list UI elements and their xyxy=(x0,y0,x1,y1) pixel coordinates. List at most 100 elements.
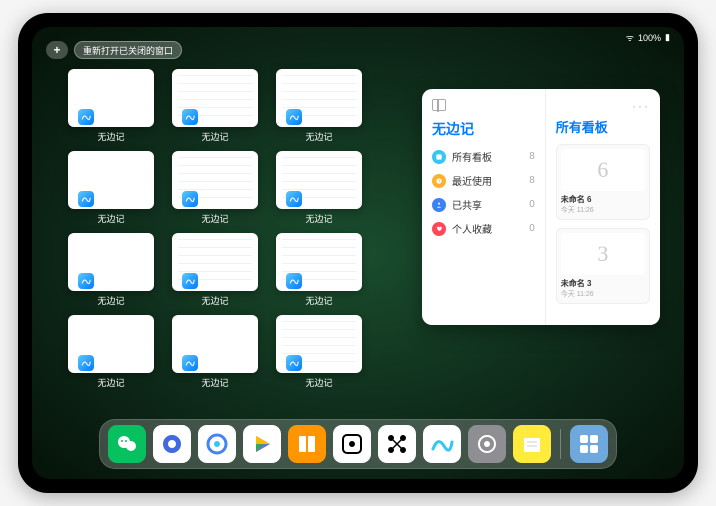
category-item[interactable]: 所有看板 8 xyxy=(432,149,535,164)
window-label: 无边记 xyxy=(201,294,228,307)
window-item[interactable]: 无边记 xyxy=(172,315,258,389)
window-item[interactable]: 无边记 xyxy=(276,69,362,143)
window-thumbnail[interactable] xyxy=(172,69,258,127)
window-thumbnail[interactable] xyxy=(172,233,258,291)
category-list: 所有看板 8 最近使用 8 已共享 0 个人收藏 0 xyxy=(432,149,535,236)
battery-icon: ▮ xyxy=(665,32,670,43)
category-icon xyxy=(432,222,446,236)
window-label: 无边记 xyxy=(305,212,332,225)
status-bar: ᯤ 100% ▮ xyxy=(626,31,670,44)
quark-icon[interactable] xyxy=(153,425,191,463)
window-item[interactable]: 无边记 xyxy=(172,69,258,143)
preview-panel[interactable]: 无边记 所有看板8最近使用8已共享0个人收藏0 ··· 所有看板 6未命名 6今… xyxy=(422,89,660,325)
app-library-icon[interactable] xyxy=(570,425,608,463)
dock-divider xyxy=(560,429,561,459)
board-name: 未命名 6 xyxy=(561,194,645,205)
freeform-app-icon xyxy=(286,273,302,289)
window-thumbnail[interactable] xyxy=(276,315,362,373)
freeform-app-icon xyxy=(78,191,94,207)
window-item[interactable]: 无边记 xyxy=(68,151,154,225)
category-count: 8 xyxy=(529,151,535,162)
window-thumbnail[interactable] xyxy=(276,69,362,127)
category-label: 所有看板 xyxy=(452,149,523,164)
wechat-icon[interactable] xyxy=(108,425,146,463)
category-count: 8 xyxy=(529,175,535,186)
board-date: 今天 11:26 xyxy=(561,205,645,215)
windows-grid: 无边记无边记无边记无边记无边记无边记无边记无边记无边记无边记无边记无边记 xyxy=(68,69,362,389)
window-label: 无边记 xyxy=(97,376,124,389)
window-thumbnail[interactable] xyxy=(68,315,154,373)
freeform-icon[interactable] xyxy=(423,425,461,463)
window-label: 无边记 xyxy=(97,212,124,225)
window-item[interactable]: 无边记 xyxy=(68,233,154,307)
connect-dots-icon[interactable] xyxy=(378,425,416,463)
window-item[interactable]: 无边记 xyxy=(172,233,258,307)
window-thumbnail[interactable] xyxy=(68,69,154,127)
more-button[interactable]: ··· xyxy=(556,99,650,113)
window-thumbnail[interactable] xyxy=(276,151,362,209)
widget-icon[interactable] xyxy=(333,425,371,463)
freeform-app-icon xyxy=(182,273,198,289)
category-label: 已共享 xyxy=(452,197,523,212)
freeform-app-icon xyxy=(78,109,94,125)
window-label: 无边记 xyxy=(97,130,124,143)
freeform-app-icon xyxy=(286,191,302,207)
wifi-icon: ᯤ xyxy=(626,31,634,44)
category-item[interactable]: 已共享 0 xyxy=(432,197,535,212)
window-label: 无边记 xyxy=(97,294,124,307)
window-item[interactable]: 无边记 xyxy=(276,233,362,307)
right-title: 所有看板 xyxy=(556,117,650,136)
window-item[interactable]: 无边记 xyxy=(276,151,362,225)
window-label: 无边记 xyxy=(305,294,332,307)
top-controls: + 重新打开已关闭的窗口 xyxy=(46,41,182,59)
reopen-closed-window-button[interactable]: 重新打开已关闭的窗口 xyxy=(74,41,182,59)
board-name: 未命名 3 xyxy=(561,278,645,289)
board-thumbnail: 6 xyxy=(561,149,645,191)
window-item[interactable]: 无边记 xyxy=(276,315,362,389)
sidebar-icon[interactable] xyxy=(432,99,446,111)
board-date: 今天 11:26 xyxy=(561,289,645,299)
window-thumbnail[interactable] xyxy=(276,233,362,291)
window-item[interactable]: 无边记 xyxy=(68,315,154,389)
freeform-app-icon xyxy=(78,273,94,289)
window-thumbnail[interactable] xyxy=(68,151,154,209)
panel-left: 无边记 所有看板 8 最近使用 8 已共享 0 个人收藏 0 xyxy=(422,89,546,325)
category-icon xyxy=(432,174,446,188)
freeform-app-icon xyxy=(286,355,302,371)
boards-list: 6未命名 6今天 11:263未命名 3今天 11:26 xyxy=(556,144,650,304)
window-thumbnail[interactable] xyxy=(172,315,258,373)
dock xyxy=(99,419,617,469)
freeform-app-icon xyxy=(182,109,198,125)
play-color-icon[interactable] xyxy=(243,425,281,463)
panel-title: 无边记 xyxy=(432,119,535,139)
board-thumbnail: 3 xyxy=(561,233,645,275)
category-count: 0 xyxy=(529,199,535,210)
browser-icon[interactable] xyxy=(198,425,236,463)
settings-icon[interactable] xyxy=(468,425,506,463)
board-card[interactable]: 3 未命名 3今天 11:26 xyxy=(556,228,650,304)
battery-text: 100% xyxy=(638,33,661,43)
category-label: 个人收藏 xyxy=(452,221,523,236)
category-item[interactable]: 最近使用 8 xyxy=(432,173,535,188)
window-thumbnail[interactable] xyxy=(68,233,154,291)
books-icon[interactable] xyxy=(288,425,326,463)
window-thumbnail[interactable] xyxy=(172,151,258,209)
window-label: 无边记 xyxy=(305,130,332,143)
window-label: 无边记 xyxy=(201,376,228,389)
window-item[interactable]: 无边记 xyxy=(68,69,154,143)
category-label: 最近使用 xyxy=(452,173,523,188)
add-window-button[interactable]: + xyxy=(46,41,68,59)
ipad-frame: ᯤ 100% ▮ + 重新打开已关闭的窗口 无边记无边记无边记无边记无边记无边记… xyxy=(18,13,698,493)
category-icon xyxy=(432,150,446,164)
window-item[interactable]: 无边记 xyxy=(172,151,258,225)
freeform-app-icon xyxy=(286,109,302,125)
panel-right: ··· 所有看板 6未命名 6今天 11:263未命名 3今天 11:26 xyxy=(546,89,660,325)
category-item[interactable]: 个人收藏 0 xyxy=(432,221,535,236)
notes-icon[interactable] xyxy=(513,425,551,463)
window-label: 无边记 xyxy=(305,376,332,389)
freeform-app-icon xyxy=(182,355,198,371)
category-count: 0 xyxy=(529,223,535,234)
board-card[interactable]: 6 未命名 6今天 11:26 xyxy=(556,144,650,220)
window-label: 无边记 xyxy=(201,212,228,225)
category-icon xyxy=(432,198,446,212)
